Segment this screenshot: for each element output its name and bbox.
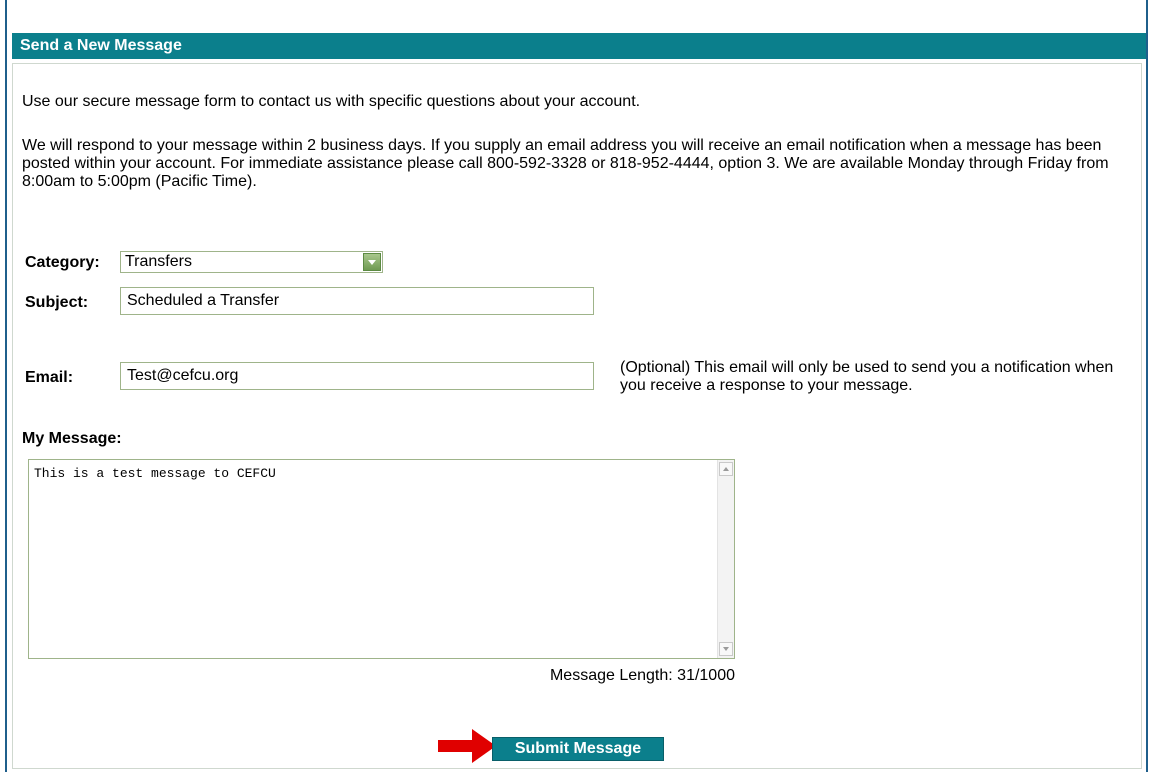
my-message-label: My Message: (22, 430, 122, 447)
message-length-counter: Message Length: 31/1000 (549, 667, 735, 684)
arrow-right-icon (438, 729, 496, 763)
chevron-down-icon[interactable] (363, 253, 381, 271)
message-text: This is a test message to CEFCU (34, 466, 276, 481)
email-input[interactable]: Test@cefcu.org (120, 362, 594, 390)
left-border (5, 0, 7, 772)
submit-message-button[interactable]: Submit Message (492, 737, 664, 761)
message-scrollbar[interactable] (717, 460, 734, 658)
category-selected-value: Transfers (125, 253, 192, 270)
subject-label: Subject: (25, 294, 89, 311)
subject-input[interactable]: Scheduled a Transfer (120, 287, 594, 315)
scroll-up-icon[interactable] (719, 462, 733, 476)
category-select[interactable]: Transfers (120, 251, 383, 273)
right-border (1146, 0, 1148, 772)
email-optional-note: (Optional) This email will only be used … (620, 359, 1114, 394)
email-label: Email: (25, 369, 74, 386)
message-textarea[interactable]: This is a test message to CEFCU (28, 459, 735, 659)
scroll-down-icon[interactable] (719, 642, 733, 656)
section-header: Send a New Message (12, 33, 1146, 59)
category-label: Category: (25, 254, 100, 271)
intro-text: Use our secure message form to contact u… (22, 93, 641, 110)
response-info-text: We will respond to your message within 2… (22, 137, 1109, 190)
